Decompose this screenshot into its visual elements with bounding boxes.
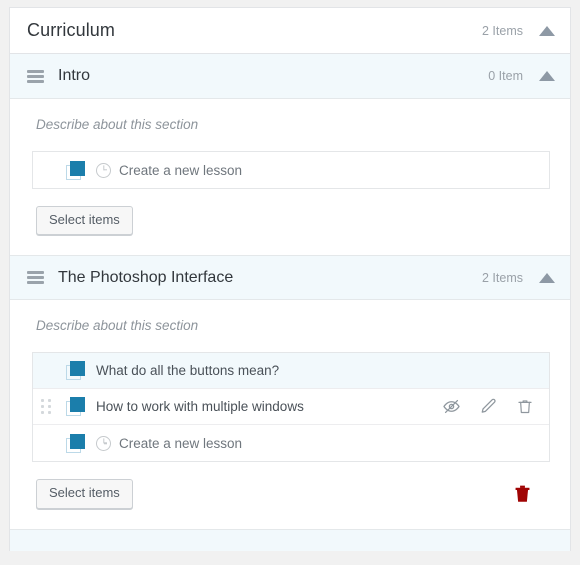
- lesson-row[interactable]: How to work with multiple windows: [33, 389, 549, 426]
- section-header[interactable]: The Photoshop Interface 2 Items: [10, 255, 570, 301]
- pencil-icon[interactable]: [479, 397, 498, 416]
- create-lesson-row[interactable]: Create a new lesson: [33, 152, 549, 188]
- lesson-title: What do all the buttons mean?: [96, 363, 280, 379]
- curriculum-panel: Curriculum 2 Items Intro 0 Item Describe a…: [9, 7, 571, 551]
- section-item-count: 0 Item: [488, 69, 523, 83]
- lesson-title: Create a new lesson: [119, 435, 243, 451]
- caret-up-icon[interactable]: [539, 272, 555, 283]
- clock-icon: [96, 435, 111, 451]
- clock-icon: [96, 162, 111, 178]
- section-title: Intro: [58, 67, 91, 84]
- book-icon: [66, 397, 85, 417]
- trash-icon[interactable]: [516, 397, 534, 416]
- book-icon: [66, 433, 85, 453]
- page-title: Curriculum: [27, 20, 116, 40]
- lesson-title: How to work with multiple windows: [96, 399, 304, 415]
- section-body: Describe about this section What do all t…: [10, 300, 570, 529]
- lesson-row-actions: [442, 397, 537, 416]
- section-footer: Select items: [32, 479, 550, 509]
- select-items-button[interactable]: Select items: [36, 206, 133, 236]
- hamburger-drag-icon[interactable]: [27, 69, 44, 83]
- lesson-list: What do all the buttons mean? How to work…: [32, 352, 550, 463]
- caret-up-icon[interactable]: [539, 71, 555, 81]
- delete-section-icon[interactable]: [514, 484, 531, 504]
- section-title: The Photoshop Interface: [58, 268, 234, 286]
- drag-handle-icon[interactable]: [41, 398, 55, 415]
- curriculum-panel-header: Curriculum 2 Items: [10, 8, 570, 54]
- lesson-list: Create a new lesson: [32, 151, 550, 189]
- section-header[interactable]: Intro 0 Item: [10, 54, 570, 99]
- sections-container: Intro 0 Item Describe about this section Cr…: [10, 54, 570, 529]
- curriculum-item-count: 2 Items: [482, 23, 523, 38]
- select-items-button[interactable]: Select items: [36, 479, 133, 509]
- create-lesson-row[interactable]: Create a new lesson: [33, 425, 549, 461]
- lesson-row[interactable]: What do all the buttons mean?: [33, 353, 549, 390]
- book-icon: [66, 160, 85, 180]
- caret-up-icon[interactable]: [539, 25, 555, 36]
- section-item-count: 2 Items: [482, 270, 523, 285]
- eye-slash-icon[interactable]: [442, 397, 461, 416]
- book-icon: [66, 361, 85, 381]
- next-section-header-partial[interactable]: [10, 528, 570, 551]
- section-description-input[interactable]: Describe about this section: [32, 318, 550, 333]
- hamburger-drag-icon[interactable]: [27, 271, 44, 285]
- lesson-title: Create a new lesson: [119, 162, 243, 178]
- section-description-input[interactable]: Describe about this section: [32, 117, 550, 132]
- section-footer: Select items: [32, 206, 550, 236]
- section-body: Describe about this section Create a new …: [10, 99, 570, 256]
